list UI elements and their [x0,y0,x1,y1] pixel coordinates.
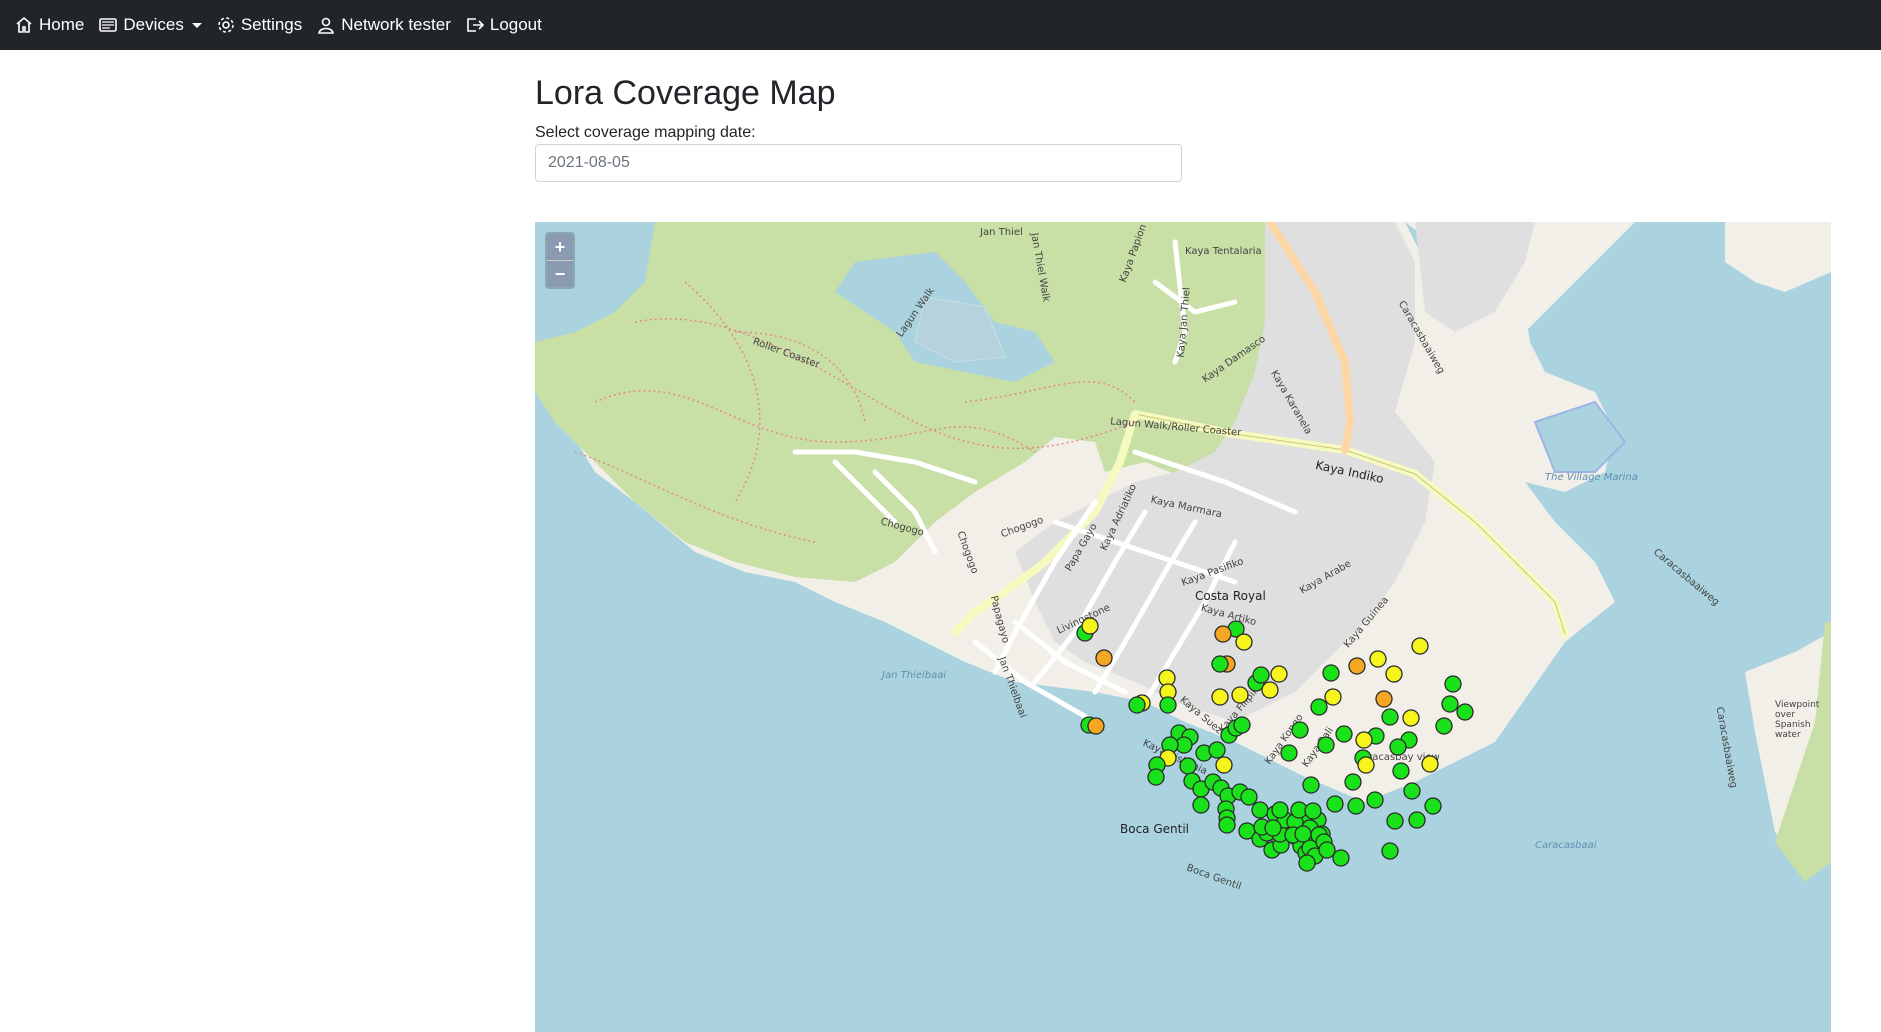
coverage-marker[interactable] [1318,841,1336,859]
coverage-marker[interactable] [1087,717,1105,735]
coverage-marker[interactable] [1369,650,1387,668]
nav-logout-label: Logout [489,15,542,34]
coverage-marker[interactable] [1192,796,1210,814]
coverage-marker[interactable] [1280,744,1298,762]
nav-logout[interactable]: Logout [465,15,542,35]
nav-network-tester-label: Network tester [341,15,451,34]
coverage-marker[interactable] [1403,782,1421,800]
nav-home-label: Home [39,15,85,34]
nav-settings-label: Settings [240,15,303,34]
coverage-marker[interactable] [1231,686,1249,704]
nav-devices-label: Devices [123,15,184,34]
coverage-marker[interactable] [1215,756,1233,774]
coverage-marker[interactable] [1366,791,1384,809]
coverage-marker[interactable] [1456,703,1474,721]
coverage-marker[interactable] [1335,725,1353,743]
coverage-marker[interactable] [1147,768,1165,786]
devices-icon [98,15,118,35]
user-icon [316,15,336,35]
coverage-markers [1076,617,1474,872]
gear-icon [216,15,236,35]
date-field-label: Select coverage mapping date: [535,124,756,141]
coverage-marker[interactable] [1381,842,1399,860]
coverage-marker[interactable] [1233,716,1251,734]
zoom-in-button[interactable]: + [547,234,573,261]
zoom-out-button[interactable]: − [547,261,573,287]
coverage-map[interactable]: Jan Thiel Kaya Papion Kaya Tentalaria Ro… [535,222,1831,1032]
coverage-marker[interactable] [1357,756,1375,774]
coverage-marker[interactable] [1218,816,1236,834]
coverage-marker[interactable] [1408,811,1426,829]
coverage-marker[interactable] [1375,690,1393,708]
coverage-marker[interactable] [1344,773,1362,791]
coverage-marker[interactable] [1271,801,1289,819]
date-input[interactable] [535,144,1182,182]
coverage-marker[interactable] [1304,802,1322,820]
coverage-marker[interactable] [1347,797,1365,815]
coverage-marker[interactable] [1389,738,1407,756]
logout-icon [465,15,485,35]
coverage-marker[interactable] [1385,665,1403,683]
coverage-marker[interactable] [1441,695,1459,713]
coverage-marker[interactable] [1324,688,1342,706]
home-icon [14,15,34,35]
coverage-marker[interactable] [1081,617,1099,635]
coverage-marker[interactable] [1128,696,1146,714]
coverage-marker[interactable] [1208,741,1226,759]
coverage-marker[interactable] [1381,708,1399,726]
coverage-marker[interactable] [1095,649,1113,667]
coverage-marker[interactable] [1211,688,1229,706]
coverage-marker[interactable] [1392,762,1410,780]
coverage-marker[interactable] [1411,637,1429,655]
coverage-marker[interactable] [1355,731,1373,749]
coverage-marker[interactable] [1302,776,1320,794]
nav-settings[interactable]: Settings [216,15,302,35]
coverage-marker[interactable] [1211,655,1229,673]
coverage-marker[interactable] [1402,709,1420,727]
nav-devices-dropdown[interactable]: Devices [98,15,202,35]
coverage-marker[interactable] [1326,795,1344,813]
coverage-marker[interactable] [1424,797,1442,815]
coverage-marker[interactable] [1159,696,1177,714]
coverage-marker[interactable] [1264,819,1282,837]
coverage-marker[interactable] [1261,681,1279,699]
coverage-marker[interactable] [1235,633,1253,651]
coverage-marker[interactable] [1251,801,1269,819]
zoom-control: + − [545,232,575,289]
coverage-marker[interactable] [1310,698,1328,716]
coverage-marker[interactable] [1179,757,1197,775]
coverage-marker[interactable] [1291,721,1309,739]
coverage-marker[interactable] [1240,788,1258,806]
coverage-marker[interactable] [1270,665,1288,683]
coverage-marker[interactable] [1214,625,1232,643]
coverage-marker[interactable] [1386,812,1404,830]
page-title: Lora Coverage Map [535,74,836,112]
coverage-marker[interactable] [1435,717,1453,735]
coverage-marker[interactable] [1332,849,1350,867]
nav-home[interactable]: Home [14,15,84,35]
coverage-marker[interactable] [1252,666,1270,684]
coverage-marker[interactable] [1444,675,1462,693]
coverage-marker[interactable] [1322,664,1340,682]
coverage-marker[interactable] [1421,755,1439,773]
coverage-marker[interactable] [1298,854,1316,872]
coverage-marker[interactable] [1294,825,1312,843]
coverage-marker[interactable] [1348,657,1366,675]
top-navbar: Home Devices Settings Network tester Log… [0,0,1881,50]
chevron-down-icon [191,22,202,28]
coverage-marker[interactable] [1317,736,1335,754]
nav-network-tester[interactable]: Network tester [316,15,451,35]
